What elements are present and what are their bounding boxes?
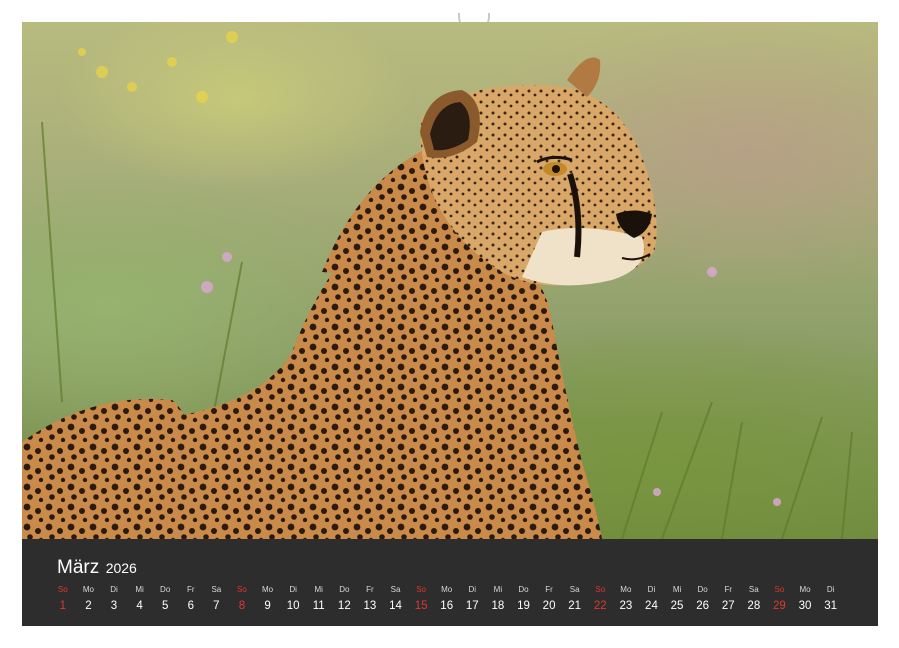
weekday-label: Do bbox=[697, 585, 708, 594]
date-cell: 2 bbox=[85, 600, 92, 612]
date-cell: 18 bbox=[491, 600, 505, 612]
cheetah-illustration bbox=[22, 31, 853, 539]
weekday-label: So bbox=[416, 585, 426, 594]
weekday-label: Fr bbox=[545, 585, 553, 594]
date-cell-sunday: 1 bbox=[59, 600, 66, 612]
weekday-label: Di bbox=[289, 585, 297, 594]
year-label: 2026 bbox=[105, 560, 137, 576]
date-cell: 26 bbox=[696, 600, 710, 612]
weekday-label: Fr bbox=[724, 585, 733, 594]
weekday-label: Do bbox=[339, 585, 350, 594]
date-cell: 5 bbox=[161, 600, 169, 612]
weekday-label: Sa bbox=[390, 585, 401, 594]
weekday-label: Mo bbox=[82, 585, 94, 594]
date-cell: 28 bbox=[747, 600, 761, 612]
weekday-label: Sa bbox=[211, 585, 222, 594]
date-cell: 16 bbox=[440, 600, 454, 612]
month-heading: März 2026 bbox=[57, 557, 137, 579]
date-cell-sunday: 29 bbox=[773, 600, 786, 612]
weekday-label: Mo bbox=[620, 585, 632, 594]
weekday-label: So bbox=[774, 585, 785, 594]
date-cell: 31 bbox=[824, 600, 837, 612]
weekday-label: Do bbox=[518, 585, 529, 594]
date-cell: 20 bbox=[542, 600, 556, 612]
date-cell: 23 bbox=[619, 600, 633, 612]
month-name: März bbox=[57, 557, 100, 578]
weekday-label: Mo bbox=[441, 585, 453, 594]
date-cell-sunday: 15 bbox=[414, 600, 428, 612]
date-cell: 19 bbox=[517, 600, 530, 612]
date-cell: 10 bbox=[286, 600, 300, 612]
weekday-label: Do bbox=[160, 585, 171, 594]
weekday-label: Mi bbox=[135, 585, 144, 594]
cheetah-photo bbox=[22, 22, 878, 539]
weekday-label: Sa bbox=[569, 585, 580, 594]
weekday-label: Mi bbox=[672, 585, 682, 594]
date-cell: 30 bbox=[798, 600, 812, 612]
date-cell-sunday: 8 bbox=[238, 600, 246, 612]
weekday-label: Fr bbox=[186, 585, 195, 594]
date-row: 1 2 3 4 5 6 7 8 9 10 11 12 13 14 15 16 17 18 19 20 21 22 23 24 2… bbox=[50, 600, 876, 612]
weekday-label: Di bbox=[110, 585, 118, 594]
weekday-label: Di bbox=[468, 585, 477, 594]
date-cell: 14 bbox=[389, 600, 402, 612]
calendar-strip: März 2026 So Mo Di Mi Do Fr Sa So Mo Di Mi Do Fr Sa So… bbox=[22, 539, 878, 626]
date-cell: 12 bbox=[337, 600, 351, 612]
date-cell: 27 bbox=[721, 600, 735, 612]
date-cell: 17 bbox=[465, 600, 479, 612]
date-cell: 3 bbox=[110, 600, 118, 612]
weekday-label: So bbox=[595, 585, 606, 594]
weekday-label: So bbox=[237, 585, 247, 594]
date-cell: 4 bbox=[136, 600, 143, 612]
date-cell: 25 bbox=[670, 600, 684, 612]
weekday-row: So Mo Di Mi Do Fr Sa So Mo Di Mi Do Fr Sa So Mo Di Mi Do Fr… bbox=[50, 585, 876, 594]
date-cell: 11 bbox=[312, 600, 325, 612]
date-cell-sunday: 22 bbox=[593, 600, 607, 612]
weekday-label: Di bbox=[647, 585, 656, 594]
date-cell: 13 bbox=[363, 600, 377, 612]
date-cell: 9 bbox=[264, 600, 271, 612]
date-cell: 24 bbox=[645, 600, 658, 612]
date-cell: 6 bbox=[187, 600, 194, 612]
weekday-label: So bbox=[57, 585, 68, 594]
date-cell: 7 bbox=[213, 600, 220, 612]
weekday-label: Mo bbox=[261, 585, 274, 594]
date-cell: 21 bbox=[568, 600, 582, 612]
weekday-label: Mo bbox=[799, 585, 811, 594]
weekday-label: Mi bbox=[493, 585, 503, 594]
weekday-label: Fr bbox=[366, 585, 374, 594]
weekday-label: Di bbox=[826, 585, 835, 594]
weekday-label: Sa bbox=[748, 585, 759, 594]
weekday-label: Mi bbox=[314, 585, 323, 594]
